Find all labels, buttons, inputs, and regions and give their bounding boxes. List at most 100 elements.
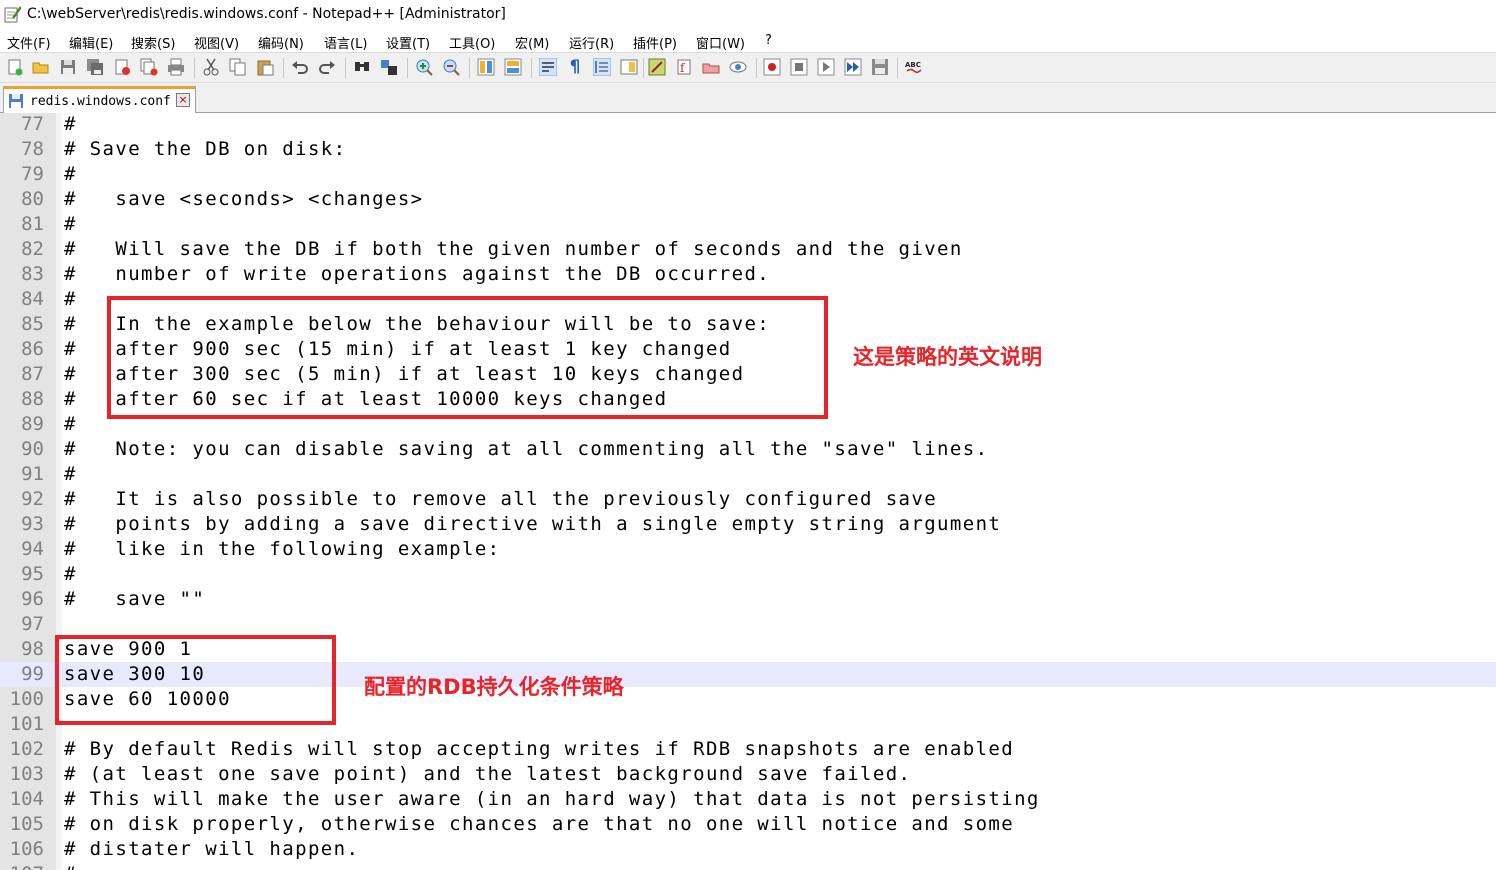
code-line[interactable]: 104 # This will make the user aware (in a… [0, 787, 1496, 812]
code-line[interactable]: 91 # [0, 462, 1496, 487]
line-number: 85 [21, 313, 44, 335]
monitor-icon[interactable] [729, 58, 747, 76]
code-line[interactable]: 105 # on disk properly, otherwise chances… [0, 812, 1496, 837]
code-line[interactable]: 83 # number of write operations against t… [0, 262, 1496, 287]
editor-area[interactable]: 77 #78 # Save the DB on disk: 79 #80 # save <… [0, 113, 1496, 870]
undo-icon[interactable] [291, 58, 309, 76]
new-file-icon[interactable] [6, 58, 24, 76]
menu-edit[interactable]: 编辑(E) [69, 33, 113, 52]
menu-encoding[interactable]: 编码(N) [258, 33, 304, 52]
menu-view[interactable]: 视图(V) [194, 33, 239, 52]
stop-record-icon[interactable] [790, 58, 808, 76]
play-macro-icon[interactable] [817, 58, 835, 76]
paste-icon[interactable] [256, 58, 274, 76]
line-text[interactable]: # It is also possible to remove all the … [64, 487, 937, 512]
line-text[interactable]: # [64, 287, 77, 312]
code-line[interactable]: 78 # Save the DB on disk: [0, 137, 1496, 162]
folder-workspace-icon[interactable]: f [675, 58, 693, 76]
save-all-icon[interactable] [86, 58, 104, 76]
spell-check-icon[interactable]: ABC [905, 58, 923, 76]
line-text[interactable]: # (at least one save point) and the late… [64, 762, 911, 787]
tab-redis-windows-conf[interactable]: redis.windows.conf × [3, 86, 196, 113]
line-text[interactable]: # number of write operations against the… [64, 262, 770, 287]
line-text[interactable]: # [64, 862, 77, 870]
line-text[interactable]: # Note: you can disable saving at all co… [64, 437, 988, 462]
line-number: 80 [21, 188, 44, 210]
code-line[interactable]: 107 # [0, 862, 1496, 870]
line-text[interactable]: # This will make the user aware (in an h… [64, 787, 1040, 812]
code-line[interactable]: 97 [0, 612, 1496, 637]
menu-language[interactable]: 语言(L) [324, 33, 367, 52]
function-list-icon[interactable] [648, 58, 666, 76]
code-line[interactable]: 96 # save "" [0, 587, 1496, 612]
menu-plugins[interactable]: 插件(P) [633, 33, 677, 52]
menu-tools[interactable]: 工具(O) [449, 33, 495, 52]
line-text[interactable]: # save "" [64, 587, 205, 612]
menu-run[interactable]: 运行(R) [569, 33, 614, 52]
toolbar-separator [283, 58, 284, 78]
doc-switcher-icon[interactable] [702, 58, 720, 76]
menu-window[interactable]: 窗口(W) [696, 33, 745, 52]
line-number: 93 [21, 513, 44, 535]
zoom-in-icon[interactable] [415, 58, 433, 76]
print-icon[interactable] [167, 58, 185, 76]
line-number: 97 [21, 613, 44, 635]
code-line[interactable]: 102 # By default Redis will stop acceptin… [0, 737, 1496, 762]
show-all-chars-icon[interactable]: ¶ [566, 58, 584, 76]
close-icon[interactable] [113, 58, 131, 76]
code-line[interactable]: 82 # Will save the DB if both the given n… [0, 237, 1496, 262]
code-line[interactable]: 93 # points by adding a save directive wi… [0, 512, 1496, 537]
line-text[interactable]: # points by adding a save directive with… [64, 512, 1001, 537]
menu-file[interactable]: 文件(F) [7, 33, 51, 52]
line-text[interactable]: # distater will happen. [64, 837, 359, 862]
menu-help[interactable]: ? [765, 33, 772, 48]
save-icon[interactable] [59, 58, 77, 76]
line-number: 94 [21, 538, 44, 560]
line-text[interactable]: # Save the DB on disk: [64, 137, 346, 162]
close-all-icon[interactable] [140, 58, 158, 76]
line-text[interactable]: # [64, 212, 77, 237]
line-text[interactable]: # save <seconds> <changes> [64, 187, 424, 212]
svg-text:ABC: ABC [905, 61, 921, 69]
indent-guide-icon[interactable] [593, 58, 611, 76]
line-text[interactable]: # [64, 162, 77, 187]
code-line[interactable]: 80 # save <seconds> <changes> [0, 187, 1496, 212]
line-text[interactable]: # [64, 113, 77, 137]
line-text[interactable]: # Will save the DB if both the given num… [64, 237, 963, 262]
code-line[interactable]: 94 # like in the following example: [0, 537, 1496, 562]
toolbar-separator [531, 58, 532, 78]
code-line[interactable]: 92 # It is also possible to remove all th… [0, 487, 1496, 512]
code-line[interactable]: 81 # [0, 212, 1496, 237]
cut-icon[interactable] [202, 58, 220, 76]
code-line[interactable]: 79 # [0, 162, 1496, 187]
code-line[interactable]: 90 # Note: you can disable saving at all … [0, 437, 1496, 462]
zoom-out-icon[interactable] [442, 58, 460, 76]
sync-horizontal-icon[interactable] [504, 58, 522, 76]
code-line[interactable]: 77 # [0, 113, 1496, 137]
doc-map-icon[interactable] [620, 58, 638, 76]
code-line[interactable]: 103 # (at least one save point) and the l… [0, 762, 1496, 787]
tab-close-button[interactable]: × [176, 93, 190, 107]
code-line[interactable]: 95 # [0, 562, 1496, 587]
line-text[interactable]: # like in the following example: [64, 537, 501, 562]
line-text[interactable]: # [64, 562, 77, 587]
line-text[interactable]: # on disk properly, otherwise chances ar… [64, 812, 1014, 837]
find-icon[interactable] [353, 58, 371, 76]
redo-icon[interactable] [318, 58, 336, 76]
run-macro-multiple-icon[interactable] [844, 58, 862, 76]
code-line[interactable]: 106 # distater will happen. [0, 837, 1496, 862]
line-text[interactable]: # By default Redis will stop accepting w… [64, 737, 1014, 762]
replace-icon[interactable] [380, 58, 398, 76]
menu-search[interactable]: 搜索(S) [131, 33, 175, 52]
word-wrap-icon[interactable] [539, 58, 557, 76]
copy-icon[interactable] [229, 58, 247, 76]
record-macro-icon[interactable] [763, 58, 781, 76]
toolbar-separator [897, 58, 898, 78]
save-macro-icon[interactable] [871, 58, 889, 76]
line-text[interactable]: # [64, 412, 77, 437]
menu-settings[interactable]: 设置(T) [386, 33, 430, 52]
menu-macro[interactable]: 宏(M) [515, 33, 549, 52]
line-text[interactable]: # [64, 462, 77, 487]
sync-vertical-icon[interactable] [477, 58, 495, 76]
open-file-icon[interactable] [32, 58, 50, 76]
